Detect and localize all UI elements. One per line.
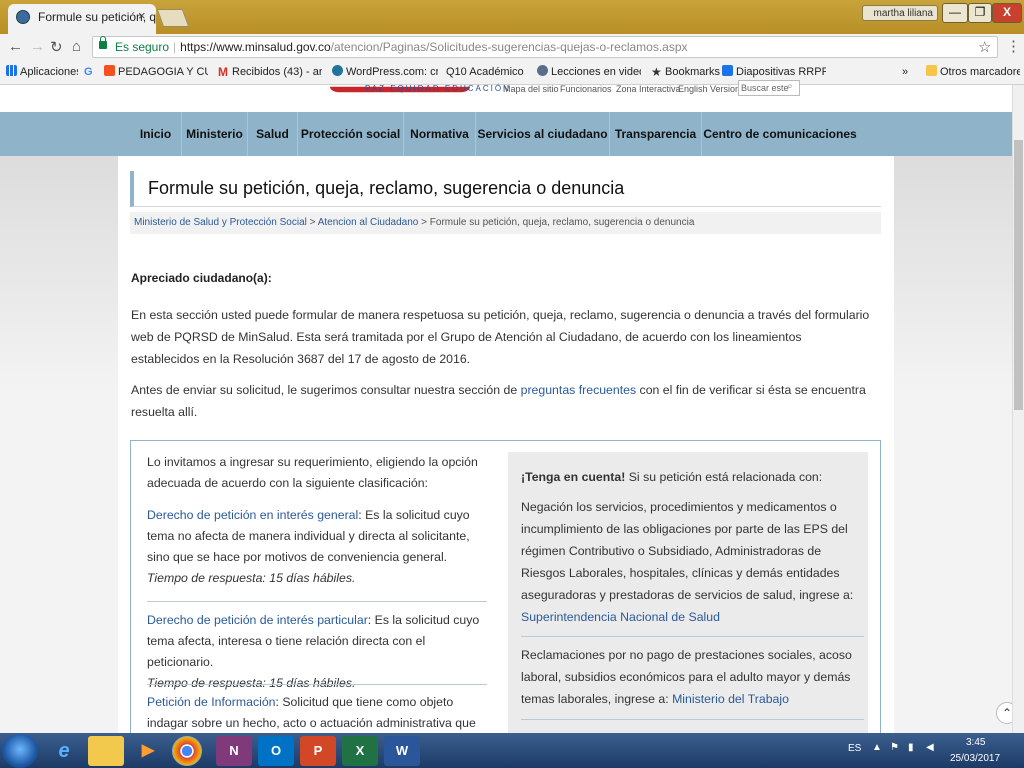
greeting-heading: Apreciado ciudadano(a):: [131, 271, 272, 285]
bookmarks-overflow-chevron[interactable]: »: [902, 64, 914, 80]
response-time: Tiempo de respuesta: 15 días hábiles.: [147, 676, 356, 690]
outlook-icon[interactable]: O: [258, 736, 294, 766]
peticion-particular-link[interactable]: Derecho de petición de interés particula…: [147, 613, 368, 627]
url-host: https://www.minsalud.gov.co: [180, 40, 331, 54]
breadcrumb-separator: >: [306, 217, 318, 228]
breadcrumb-current: Formule su petición, queja, reclamo, sug…: [429, 217, 695, 228]
forward-arrow-icon[interactable]: →: [30, 38, 45, 55]
peticion-informacion-link[interactable]: Petición de Información: [147, 695, 276, 709]
nav-centro-comunicaciones[interactable]: Centro de comunicaciones: [702, 112, 858, 156]
divider: [147, 601, 487, 602]
link-english-version[interactable]: English Version: [678, 84, 740, 94]
breadcrumb-section[interactable]: Atencion al Ciudadano: [318, 217, 419, 228]
nav-transparencia[interactable]: Transparencia: [610, 112, 702, 156]
clock-date[interactable]: 25/03/2017: [950, 753, 1000, 764]
reload-icon[interactable]: ↻: [50, 38, 63, 56]
notice-heading: ¡Tenga en cuenta! Si su petición está re…: [521, 470, 823, 484]
faq-paragraph: Antes de enviar su solicitud, le sugerim…: [131, 383, 866, 419]
nav-ministerio[interactable]: Ministerio: [182, 112, 248, 156]
link-funcionarios[interactable]: Funcionarios: [560, 84, 612, 94]
bookmark-wordpress[interactable]: WordPress.com: crea: [332, 64, 438, 80]
back-arrow-icon[interactable]: ←: [8, 38, 23, 55]
faq-link[interactable]: preguntas frecuentes: [521, 383, 637, 397]
close-window-button[interactable]: X: [992, 3, 1022, 23]
tab-close-icon[interactable]: ×: [138, 8, 146, 23]
page-title: Formule su petición, queja, reclamo, sug…: [148, 178, 625, 198]
mintrabajo-link[interactable]: Ministerio del Trabajo: [672, 692, 789, 706]
bookmark-lecciones[interactable]: Lecciones en video -: [537, 64, 641, 80]
nav-proteccion-social[interactable]: Protección social: [298, 112, 404, 156]
nav-salud[interactable]: Salud: [248, 112, 298, 156]
word-icon[interactable]: W: [384, 736, 420, 766]
network-icon[interactable]: ▮: [908, 742, 914, 753]
address-bar[interactable]: Es seguro | https://www.minsalud.gov.co/at…: [92, 36, 998, 58]
google-icon[interactable]: G: [84, 64, 98, 80]
nav-servicios-ciudadano[interactable]: Servicios al ciudadano: [476, 112, 610, 156]
internet-explorer-icon[interactable]: e: [46, 736, 82, 766]
scrollbar-thumb[interactable]: [1014, 140, 1023, 410]
chrome-icon[interactable]: [172, 736, 202, 766]
gear-icon: [537, 65, 548, 76]
breadcrumb-separator: >: [418, 217, 430, 228]
language-indicator[interactable]: ES: [848, 743, 861, 754]
page-icon: [722, 65, 733, 76]
option-peticion-informacion: Petición de Información: Solicitud que t…: [147, 695, 476, 730]
powerpoint-icon[interactable]: P: [300, 736, 336, 766]
divider: [521, 636, 864, 637]
flag-icon[interactable]: ⚑: [890, 742, 899, 753]
option-peticion-particular: Derecho de petición de interés particula…: [147, 613, 480, 690]
bookmark-diapositivas[interactable]: Diapositivas RRPP - la: [722, 64, 826, 80]
url-separator: |: [173, 40, 177, 54]
bookmark-pedagogia[interactable]: PEDAGOGIA Y CURRI: [104, 64, 208, 80]
site-slogan: PAZ EQUIDAD EDUCACIÓN: [365, 84, 511, 93]
supersalud-link[interactable]: Superintendencia Nacional de Salud: [521, 610, 720, 624]
nav-inicio[interactable]: Inicio: [130, 112, 182, 156]
bookmark-apps[interactable]: Aplicaciones: [6, 64, 78, 80]
link-mapa-sitio[interactable]: Mapa del sitio: [503, 84, 559, 94]
response-time: Tiempo de respuesta: 15 días hábiles.: [147, 571, 356, 585]
wordpress-icon: [332, 65, 343, 76]
excel-icon[interactable]: X: [342, 736, 378, 766]
star-bookmark-icon[interactable]: ☆: [978, 38, 991, 56]
clock-time[interactable]: 3:45: [966, 737, 985, 748]
file-explorer-icon[interactable]: [88, 736, 124, 766]
option-peticion-general: Derecho de petición en interés general: …: [147, 508, 470, 585]
media-player-icon[interactable]: ▶: [130, 736, 166, 766]
folder-icon: [926, 65, 937, 76]
secure-label: Es seguro: [115, 40, 170, 54]
peticion-general-link[interactable]: Derecho de petición en interés general: [147, 508, 358, 522]
tray-expand-icon[interactable]: ▲: [872, 742, 882, 753]
bookmark-gmail[interactable]: MRecibidos (43) - ange: [218, 64, 322, 80]
bookmark-otros[interactable]: Otros marcadores: [926, 64, 1020, 80]
search-icon[interactable]: ⌕: [787, 81, 793, 92]
start-button[interactable]: [2, 734, 38, 768]
gmail-icon: M: [218, 65, 228, 79]
notice-mintrabajo: Reclamaciones por no pago de prestacione…: [521, 648, 852, 706]
bookmark-bookmarks[interactable]: ★ Bookmarks: [651, 64, 725, 80]
minimize-button[interactable]: —: [942, 3, 968, 23]
intro-paragraph: En esta sección usted puede formular de …: [131, 308, 870, 366]
tab-favicon-icon: [16, 10, 30, 24]
star-icon: ★: [651, 65, 662, 79]
nav-normativa[interactable]: Normativa: [404, 112, 476, 156]
user-profile-badge[interactable]: martha liliana: [862, 5, 938, 21]
breadcrumb: Ministerio de Salud y Protección Social …: [130, 212, 881, 234]
link-zona-interactiva[interactable]: Zona Interactiva: [616, 84, 681, 94]
lock-icon: [99, 36, 107, 49]
divider: [521, 719, 864, 720]
volume-icon[interactable]: ◀: [926, 742, 934, 753]
blogger-icon: [104, 65, 115, 76]
divider: [147, 684, 487, 685]
maximize-button[interactable]: ❐: [968, 3, 992, 23]
notice-supersalud: Negación los servicios, procedimientos y…: [521, 500, 854, 624]
browser-tab[interactable]: Formule su petición, que: [8, 4, 156, 34]
bookmark-q10[interactable]: Q10 Académico: [446, 64, 530, 80]
kebab-menu-icon[interactable]: ⋮: [1006, 37, 1021, 55]
options-intro: Lo invitamos a ingresar su requerimiento…: [147, 455, 478, 490]
url-path: /atencion/Paginas/Solicitudes-sugerencia…: [330, 40, 688, 54]
breadcrumb-home[interactable]: Ministerio de Salud y Protección Social: [134, 217, 307, 228]
onenote-icon[interactable]: N: [216, 736, 252, 766]
apps-grid-icon: [6, 65, 17, 76]
home-icon[interactable]: ⌂: [72, 38, 81, 55]
